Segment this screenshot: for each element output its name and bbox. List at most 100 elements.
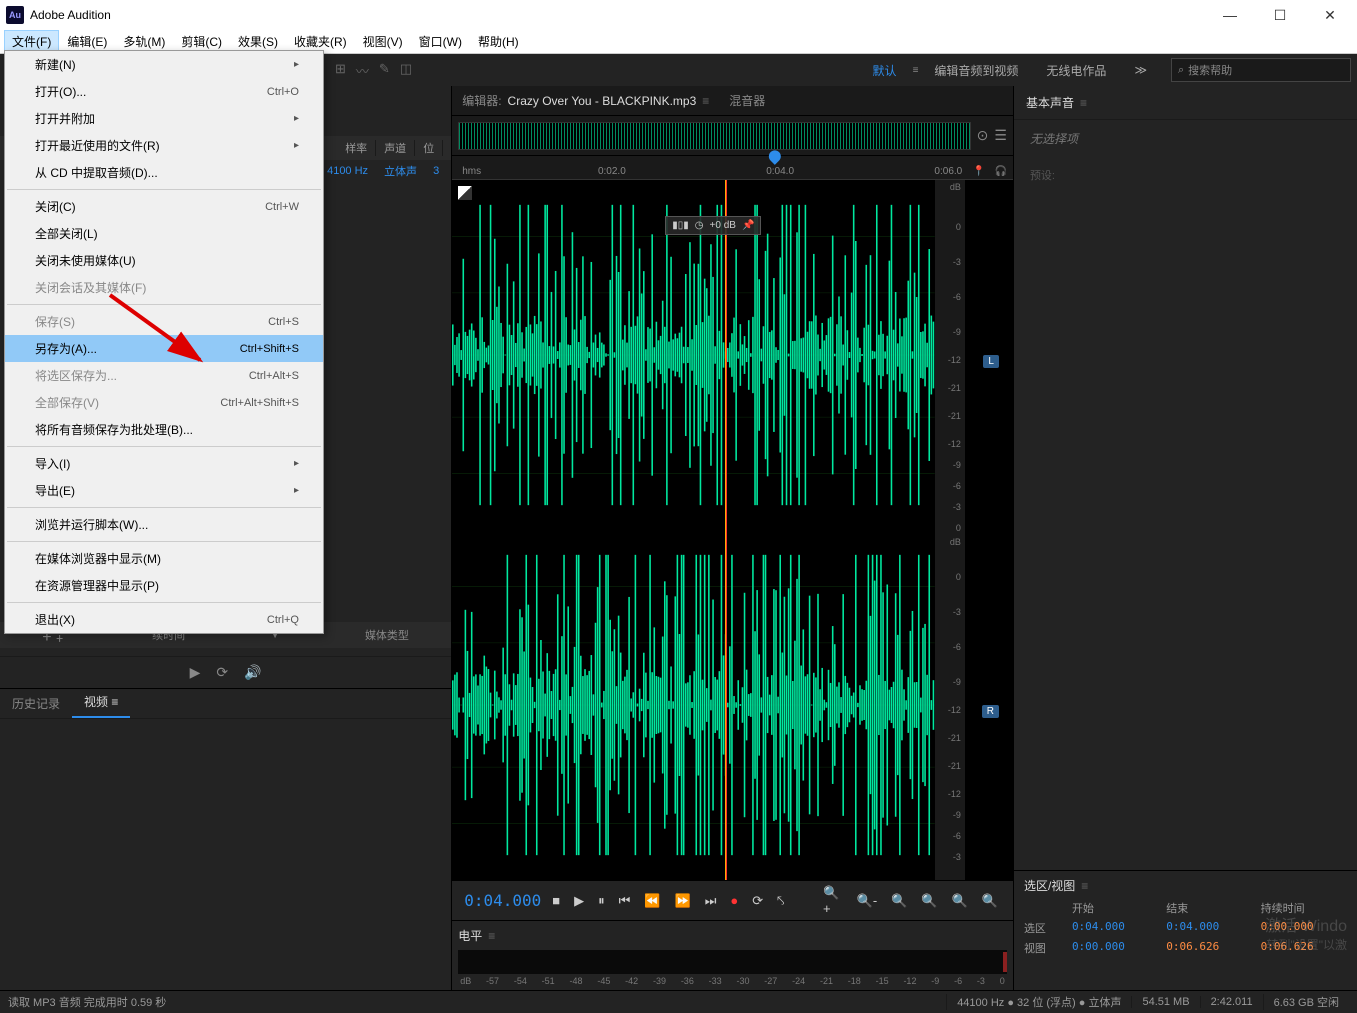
zoom-out-icon[interactable]: 🔍- [854, 890, 881, 912]
time-hms: hms [462, 166, 481, 177]
status-free: 6.63 GB 空闲 [1263, 994, 1349, 1010]
hud-toolbar[interactable]: ▮▯▮ ◷ +0 dB 📌 [665, 216, 761, 235]
tab-history[interactable]: 历史记录 [0, 689, 72, 718]
menu-item-p[interactable]: 在资源管理器中显示(P) [5, 572, 323, 599]
loop-icon[interactable]: ⟳ [216, 664, 228, 681]
editor-tab[interactable]: 编辑器: Crazy Over You - BLACKPINK.mp3 ≡ [462, 92, 709, 109]
volume-icon[interactable]: 🔊 [244, 664, 261, 681]
minimize-button[interactable]: — [1215, 5, 1245, 25]
menu-item-v: 全部保存(V)Ctrl+Alt+Shift+S [5, 389, 323, 416]
play-button[interactable]: ▶ [571, 890, 587, 912]
sv-sel-start[interactable]: 0:04.000 [1072, 920, 1158, 936]
titlebar: Au Adobe Audition — ☐ ✕ [0, 0, 1357, 30]
menu-item-n[interactable]: 新建(N) [5, 51, 323, 78]
menu-item-a[interactable]: 另存为(A)...Ctrl+Shift+S [5, 335, 323, 362]
windows-watermark: 激活 Windo 转到"设置"以激 [1265, 912, 1347, 953]
menu-item-w[interactable]: 浏览并运行脚本(W)... [5, 511, 323, 538]
pin-icon[interactable]: 📍 [972, 166, 984, 177]
menu-item-c[interactable]: 关闭(C)Ctrl+W [5, 193, 323, 220]
menu-item-b[interactable]: 将所有音频保存为批处理(B)... [5, 416, 323, 443]
skip-sel-button[interactable]: ⤣ [774, 890, 787, 912]
sel-view-title[interactable]: 选区/视图 [1024, 877, 1075, 894]
list-icon[interactable]: ☰ [994, 127, 1007, 144]
menu-item-e[interactable]: 导出(E) [5, 477, 323, 504]
play-icon[interactable]: ▶ [190, 664, 201, 681]
menu-item-o[interactable]: 打开(O)...Ctrl+O [5, 78, 323, 105]
zoom-full-icon[interactable]: 🔍 [888, 890, 910, 912]
col-rate[interactable]: 样率 [337, 140, 376, 156]
menu-item-m[interactable]: 在媒体浏览器中显示(M) [5, 545, 323, 572]
zoom-in-icon[interactable]: 🔍+ [820, 882, 846, 919]
channel-r-badge[interactable]: R [982, 705, 999, 718]
tool-icon-2[interactable]: ◫ [400, 61, 412, 80]
rewind-button[interactable]: ⏪ [641, 890, 663, 912]
menu-item-r[interactable]: 打开最近使用的文件(R) [5, 132, 323, 159]
record-button[interactable]: ● [727, 890, 741, 911]
menu-item-: 将选区保存为...Ctrl+Alt+S [5, 362, 323, 389]
sv-view-end[interactable]: 0:06.626 [1166, 940, 1252, 956]
menu-item-cdd[interactable]: 从 CD 中提取音频(D)... [5, 159, 323, 186]
hud-db: +0 dB [710, 220, 736, 231]
sv-sel-label: 选区 [1024, 920, 1064, 936]
search-help-input[interactable]: ⌕ 搜索帮助 [1171, 58, 1351, 82]
workspace-more[interactable]: ≫ [1122, 59, 1159, 81]
sv-view-start[interactable]: 0:00.000 [1072, 940, 1158, 956]
loop-button[interactable]: ⟳ [749, 890, 766, 912]
zoom-sel-icon[interactable]: 🔍 [918, 890, 940, 912]
forward-button[interactable]: ⏩ [672, 890, 694, 912]
maximize-button[interactable]: ☐ [1265, 5, 1295, 25]
tool-icon[interactable]: ✎ [379, 61, 390, 80]
zoom-out-time-icon[interactable]: 🔍 [979, 890, 1001, 912]
waveform-mode-icon[interactable]: ⊞ [335, 61, 346, 80]
mixer-tab[interactable]: 混音器 [729, 92, 765, 109]
file-rate: 4100 Hz [319, 165, 376, 177]
overview-waveform[interactable] [458, 122, 970, 150]
essential-sound-header[interactable]: 基本声音 ≡ [1014, 86, 1357, 120]
bars-icon: ▮▯▮ [672, 220, 689, 231]
workspace-radio[interactable]: 无线电作品 [1034, 58, 1118, 83]
stop-button[interactable]: ■ [549, 890, 563, 911]
col-channels[interactable]: 声道 [376, 140, 415, 156]
spectral-icon[interactable]: 〰 [356, 61, 369, 80]
headphone-icon[interactable]: 🎧 [994, 166, 1006, 177]
menu-icon[interactable]: ≡ [913, 65, 919, 76]
media-type-col[interactable]: 媒体类型 [365, 627, 409, 643]
close-button[interactable]: ✕ [1315, 5, 1345, 25]
sv-sel-end[interactable]: 0:04.000 [1166, 920, 1252, 936]
tab-video[interactable]: 视频 ≡ [72, 687, 130, 718]
menu-view[interactable]: 视图(V) [355, 30, 411, 53]
col-bits[interactable]: 位 [415, 140, 443, 156]
menu-item-i[interactable]: 导入(I) [5, 450, 323, 477]
status-format: 44100 Hz ● 32 位 (浮点) ● 立体声 [946, 994, 1131, 1010]
level-meter[interactable] [458, 950, 1007, 974]
menu-item-f: 关闭会话及其媒体(F) [5, 274, 323, 301]
menu-item-u[interactable]: 关闭未使用媒体(U) [5, 247, 323, 274]
sv-end-h: 结束 [1166, 900, 1252, 916]
menu-item-[interactable]: 打开并附加 [5, 105, 323, 132]
status-message: 读取 MP3 音频 完成用时 0.59 秒 [8, 994, 946, 1010]
workspace-default[interactable]: 默认 [861, 58, 909, 83]
clock-icon: ◷ [695, 220, 704, 231]
zoom-icon[interactable]: ⊙ [977, 127, 989, 144]
channel-l-badge[interactable]: L [983, 355, 999, 368]
file-bits: 3 [425, 165, 447, 177]
levels-tab[interactable]: 电平 [458, 927, 482, 944]
corner-toggle[interactable] [458, 186, 472, 200]
workspace-edit-audio[interactable]: 编辑音频到视频 [922, 58, 1030, 83]
menu-window[interactable]: 窗口(W) [411, 30, 470, 53]
skip-start-button[interactable]: ⏮ [616, 890, 634, 912]
menu-help[interactable]: 帮助(H) [470, 30, 527, 53]
waveform-area[interactable]: // quick procedural waveform (function()… [452, 180, 1013, 880]
pause-button[interactable]: ⏸ [595, 890, 608, 912]
zoom-in-time-icon[interactable]: 🔍 [949, 890, 971, 912]
timecode[interactable]: 0:04.000 [464, 891, 541, 910]
skip-end-button[interactable]: ⏭ [702, 890, 720, 912]
db-ruler: dB-57-54 -51-48-45 -42-39-36 -33-30-27 -… [458, 976, 1007, 986]
menu-item-l[interactable]: 全部关闭(L) [5, 220, 323, 247]
menu-item-x[interactable]: 退出(X)Ctrl+Q [5, 606, 323, 633]
app-title: Adobe Audition [30, 8, 111, 22]
pin-icon[interactable]: 📌 [742, 220, 754, 231]
status-length: 2:42.011 [1200, 996, 1263, 1008]
playhead-line[interactable] [726, 180, 727, 880]
timeline-ruler[interactable]: hms 0:02.0 0:04.0 0:06.0 🎧 📍 [452, 156, 1013, 180]
